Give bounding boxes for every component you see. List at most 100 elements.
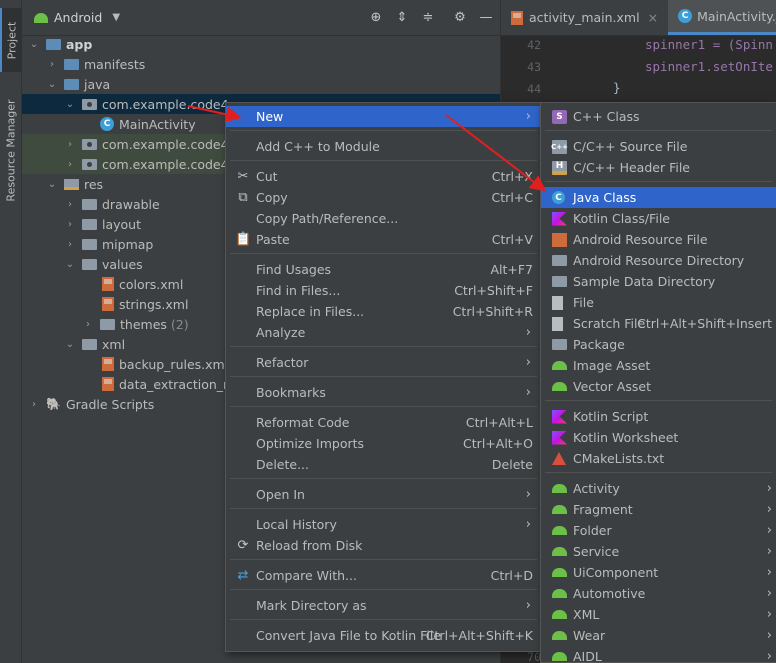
menu-item-optimize-imports[interactable]: Optimize Imports Ctrl+Alt+O <box>226 433 541 454</box>
menu-item-label: Local History <box>256 517 337 532</box>
submenu-item-label: Java Class <box>573 190 637 205</box>
submenu-item-automotive[interactable]: Automotive › <box>541 583 776 604</box>
submenu-item-folder[interactable]: Folder › <box>541 520 776 541</box>
minimize-icon[interactable]: — <box>478 10 494 26</box>
chevron-right-icon[interactable]: › <box>64 139 76 150</box>
tab-mainactivity-java[interactable]: C MainActivity.java <box>668 0 776 35</box>
menu-item-mark-directory-as[interactable]: Mark Directory as › <box>226 595 541 616</box>
submenu-item-cpp-class[interactable]: S C++ Class <box>541 106 776 127</box>
submenu-item-fragment[interactable]: Fragment › <box>541 499 776 520</box>
submenu-item-service[interactable]: Service › <box>541 541 776 562</box>
folder-icon <box>82 218 97 230</box>
java-class-icon: C <box>678 9 693 23</box>
menu-item-replace-in-files[interactable]: Replace in Files... Ctrl+Shift+R <box>226 301 541 322</box>
chevron-right-icon: › <box>766 523 772 538</box>
menu-item-find-usages[interactable]: Find Usages Alt+F7 <box>226 259 541 280</box>
menu-item-find-in-files[interactable]: Find in Files... Ctrl+Shift+F <box>226 280 541 301</box>
submenu-item-uicomponent[interactable]: UiComponent › <box>541 562 776 583</box>
menu-item-compare-with[interactable]: ⇄ Compare With... Ctrl+D <box>226 565 541 586</box>
submenu-item-android-resource-file[interactable]: Android Resource File <box>541 229 776 250</box>
submenu-item-android-resource-directory[interactable]: Android Resource Directory <box>541 250 776 271</box>
submenu-item-kotlin-class[interactable]: Kotlin Class/File <box>541 208 776 229</box>
tree-item-label: drawable <box>102 196 160 212</box>
menu-item-open-in[interactable]: Open In › <box>226 484 541 505</box>
tree-item-label: MainActivity <box>119 116 196 132</box>
chevron-right-icon[interactable]: › <box>64 219 76 230</box>
submenu-item-sample-data-directory[interactable]: Sample Data Directory <box>541 271 776 292</box>
menu-item-label: Analyze <box>256 325 306 340</box>
submenu-item-vector-asset[interactable]: Vector Asset <box>541 376 776 397</box>
chevron-right-icon[interactable]: › <box>64 239 76 250</box>
chevron-right-icon: › <box>525 109 531 124</box>
chevron-right-icon[interactable]: › <box>64 199 76 210</box>
locate-icon[interactable]: ⊕ <box>368 10 384 26</box>
submenu-item-cmakelists[interactable]: CMakeLists.txt <box>541 448 776 469</box>
tree-item-app[interactable]: ⌄ app <box>22 34 500 54</box>
code-line[interactable]: spinner1 = (Spinn <box>645 37 773 52</box>
submenu-item-package[interactable]: Package <box>541 334 776 355</box>
chevron-right-icon[interactable]: › <box>28 399 40 410</box>
submenu-item-image-asset[interactable]: Image Asset <box>541 355 776 376</box>
code-line[interactable]: } <box>613 80 621 95</box>
cmake-icon <box>552 452 566 465</box>
project-tool-tab[interactable]: Project <box>0 8 22 72</box>
submenu-item-kotlin-script[interactable]: Kotlin Script <box>541 406 776 427</box>
chevron-down-icon[interactable]: ⌄ <box>46 79 58 90</box>
chevron-down-icon[interactable]: ⌄ <box>64 339 76 350</box>
submenu-item-activity[interactable]: Activity › <box>541 478 776 499</box>
submenu-item-cpp-header[interactable]: H C/C++ Header File <box>541 157 776 178</box>
chevron-down-icon[interactable]: ⌄ <box>28 39 40 50</box>
chevron-right-icon[interactable]: › <box>46 59 58 70</box>
chevron-down-icon[interactable]: ⌄ <box>64 99 76 110</box>
code-line[interactable]: spinner1.setOnIte <box>645 59 773 74</box>
cpp-class-icon: S <box>552 109 567 124</box>
submenu-item-kotlin-worksheet[interactable]: Kotlin Worksheet <box>541 427 776 448</box>
submenu-item-label: Folder <box>573 523 612 538</box>
tab-activity-main-xml[interactable]: activity_main.xml × <box>501 0 668 35</box>
menu-item-convert-to-kotlin[interactable]: Convert Java File to Kotlin File Ctrl+Al… <box>226 625 541 646</box>
menu-item-paste[interactable]: 📋 Paste Ctrl+V <box>226 229 541 250</box>
chevron-down-icon[interactable]: ⌄ <box>46 179 58 190</box>
submenu-item-wear[interactable]: Wear › <box>541 625 776 646</box>
menu-item-reformat-code[interactable]: Reformat Code Ctrl+Alt+L <box>226 412 541 433</box>
menu-item-add-cpp[interactable]: Add C++ to Module <box>226 136 541 157</box>
submenu-item-cpp-source[interactable]: C++ C/C++ Source File <box>541 136 776 157</box>
tree-item-manifests[interactable]: › manifests <box>22 54 500 74</box>
submenu-item-java-class[interactable]: C Java Class <box>541 187 776 208</box>
resource-manager-tool-tab[interactable]: Resource Manager <box>0 90 22 210</box>
tree-item-java[interactable]: ⌄ java <box>22 74 500 94</box>
submenu-item-file[interactable]: File <box>541 292 776 313</box>
menu-item-bookmarks[interactable]: Bookmarks › <box>226 382 541 403</box>
menu-item-label: Reformat Code <box>256 415 350 430</box>
menu-item-delete[interactable]: Delete... Delete <box>226 454 541 475</box>
project-panel-toolbar: Android ▼ ⊕ ⇕ ≑ ⚙ — <box>22 0 500 36</box>
close-icon[interactable]: × <box>648 10 658 25</box>
submenu-item-label: UiComponent <box>573 565 659 580</box>
menu-item-cut[interactable]: ✂ Cut Ctrl+X <box>226 166 541 187</box>
chevron-down-icon[interactable]: ⌄ <box>64 259 76 270</box>
menu-item-refactor[interactable]: Refactor › <box>226 352 541 373</box>
chevron-right-icon[interactable]: › <box>82 319 94 330</box>
menu-item-shortcut: Delete <box>491 457 533 472</box>
menu-item-new[interactable]: New › <box>226 106 541 127</box>
submenu-item-scratch-file[interactable]: Scratch File Ctrl+Alt+Shift+Insert <box>541 313 776 334</box>
submenu-item-label: Android Resource Directory <box>573 253 745 268</box>
view-selector[interactable]: Android <box>54 10 102 25</box>
collapse-all-icon[interactable]: ≑ <box>420 10 436 26</box>
chevron-right-icon[interactable]: › <box>64 159 76 170</box>
menu-item-analyze[interactable]: Analyze › <box>226 322 541 343</box>
chevron-down-icon[interactable]: ▼ <box>112 12 120 23</box>
menu-separator <box>230 346 537 347</box>
gear-icon[interactable]: ⚙ <box>452 10 468 26</box>
menu-item-shortcut: Ctrl+V <box>491 232 533 247</box>
menu-item-copy-path[interactable]: Copy Path/Reference... <box>226 208 541 229</box>
menu-item-copy[interactable]: ⧉ Copy Ctrl+C <box>226 187 541 208</box>
menu-item-label: Optimize Imports <box>256 436 365 451</box>
menu-item-local-history[interactable]: Local History › <box>226 514 541 535</box>
expand-all-icon[interactable]: ⇕ <box>394 10 410 26</box>
submenu-item-aidl[interactable]: AIDL › <box>541 646 776 663</box>
menu-item-reload-from-disk[interactable]: ⟳ Reload from Disk <box>226 535 541 556</box>
folder-icon <box>552 255 567 266</box>
tree-item-label: app <box>66 36 93 52</box>
submenu-item-xml[interactable]: XML › <box>541 604 776 625</box>
